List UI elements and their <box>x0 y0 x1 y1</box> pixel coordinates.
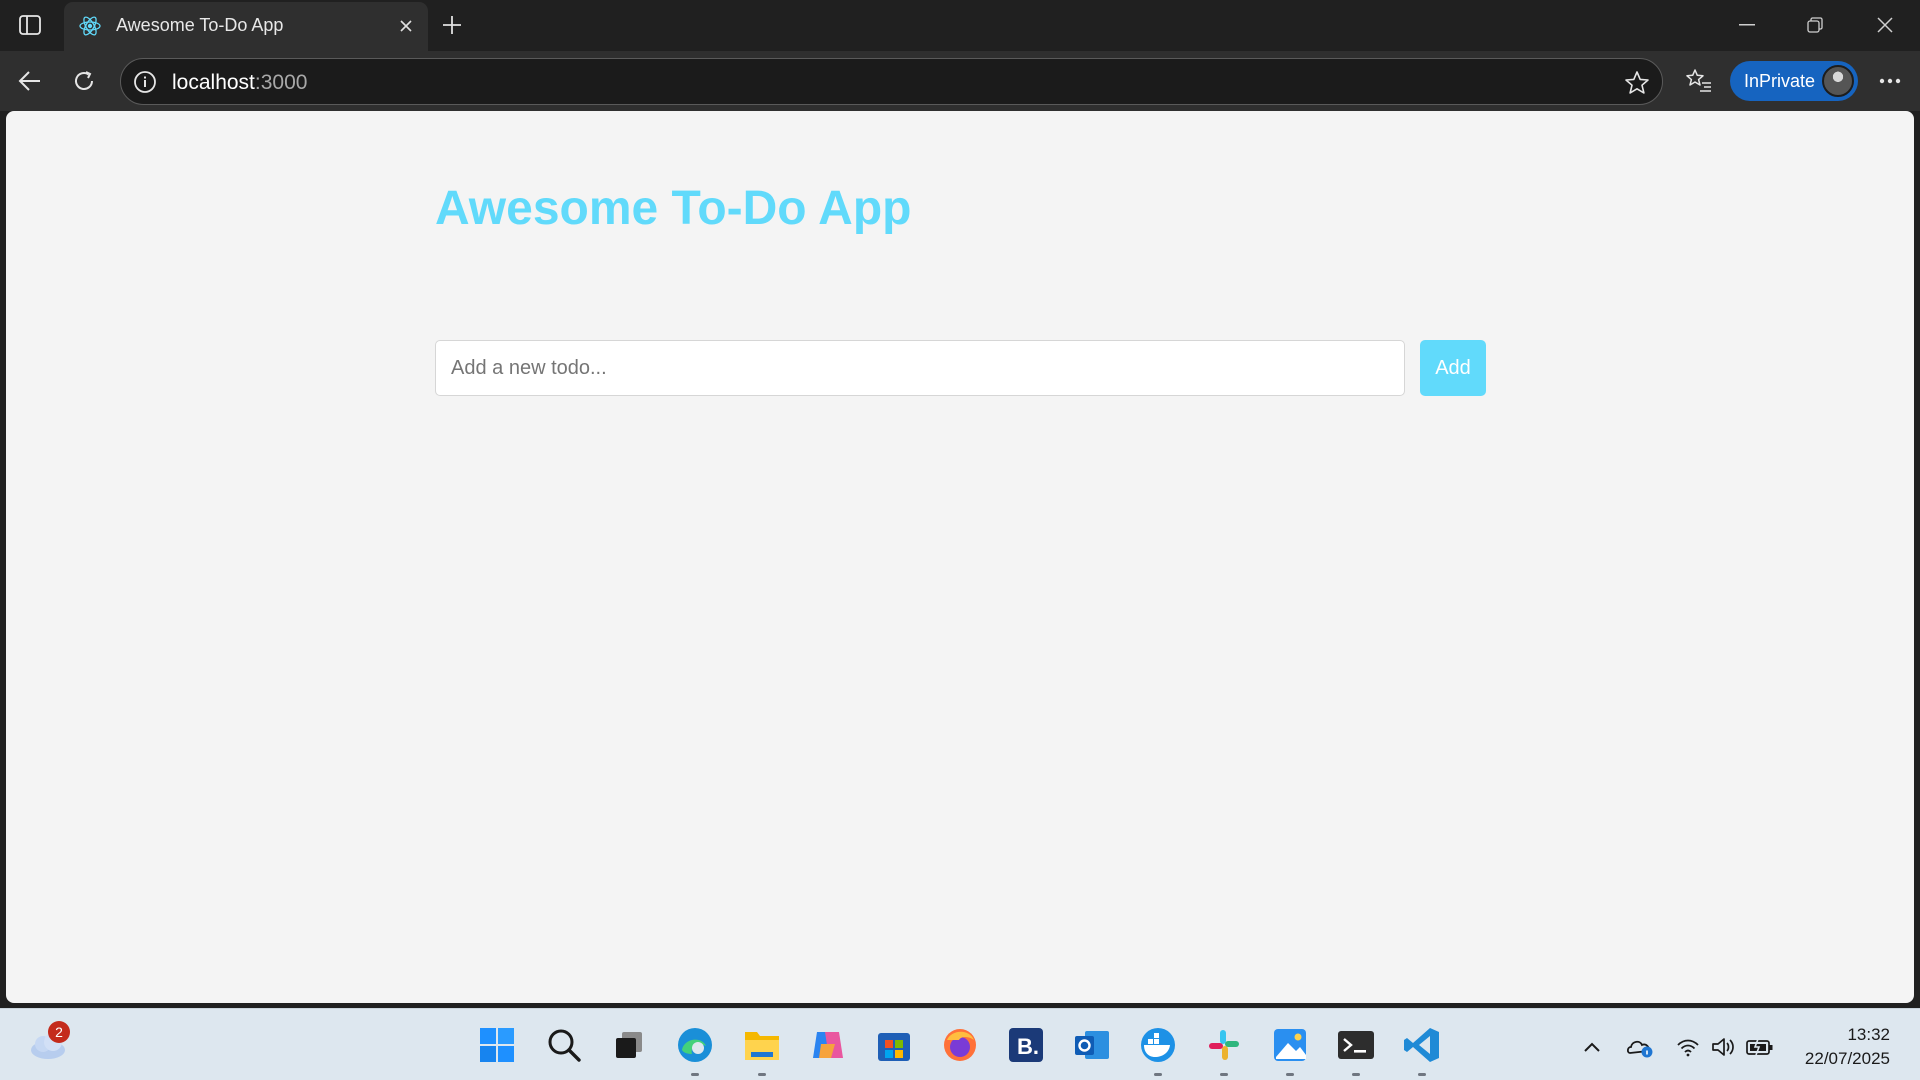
page-viewport: Awesome To-Do App Add <box>6 111 1914 1003</box>
running-indicator <box>691 1073 699 1076</box>
copilot-icon[interactable] <box>806 1023 850 1067</box>
todo-app: Awesome To-Do App Add <box>435 181 1495 396</box>
search-icon[interactable] <box>542 1023 586 1067</box>
avatar <box>1822 65 1854 97</box>
taskbar: 2 B. 13:32 22/07/2025 <box>0 1008 1920 1080</box>
firefox-icon[interactable] <box>938 1023 982 1067</box>
running-indicator <box>1154 1073 1162 1076</box>
file-explorer-icon[interactable] <box>740 1023 784 1076</box>
add-button[interactable]: Add <box>1420 340 1486 396</box>
edge-icon[interactable] <box>673 1023 717 1076</box>
start-icon[interactable] <box>475 1023 519 1067</box>
favorites-icon[interactable] <box>1681 63 1717 99</box>
page-title: Awesome To-Do App <box>435 182 912 235</box>
docker-icon[interactable] <box>1136 1023 1180 1076</box>
address-bar[interactable]: localhost:3000 <box>120 58 1663 105</box>
battery-icon[interactable] <box>1746 1033 1774 1061</box>
photos-icon[interactable] <box>1268 1023 1312 1076</box>
running-indicator <box>1220 1073 1228 1076</box>
outlook-icon[interactable] <box>1070 1023 1114 1067</box>
url-text: localhost:3000 <box>172 71 307 95</box>
terminal-icon[interactable] <box>1334 1023 1378 1076</box>
sidebar-toggle-icon[interactable] <box>14 10 46 40</box>
inprivate-label: InPrivate <box>1744 71 1816 91</box>
running-indicator <box>1418 1073 1426 1076</box>
url-port: :3000 <box>254 71 308 94</box>
system-clock[interactable]: 13:32 22/07/2025 <box>1805 1023 1890 1071</box>
browser-tab-bar: Awesome To-Do App <box>0 0 1920 51</box>
running-indicator <box>1352 1073 1360 1076</box>
svg-text:B.: B. <box>1017 1034 1039 1059</box>
close-tab-icon[interactable] <box>394 14 418 38</box>
running-indicator <box>1286 1073 1294 1076</box>
site-info-icon[interactable] <box>133 70 157 94</box>
favorite-star-icon[interactable] <box>1624 70 1650 96</box>
store-icon[interactable] <box>872 1023 916 1067</box>
restore-icon[interactable] <box>1790 8 1840 42</box>
slack-icon[interactable] <box>1202 1023 1246 1076</box>
bitwarden-icon[interactable]: B. <box>1004 1023 1048 1067</box>
wifi-icon[interactable] <box>1674 1033 1702 1061</box>
chevron-up-icon[interactable] <box>1578 1033 1606 1061</box>
react-atom-icon <box>78 14 102 38</box>
weather-badge: 2 <box>48 1021 70 1043</box>
new-tab-icon[interactable] <box>436 9 468 41</box>
close-window-icon[interactable] <box>1860 8 1910 42</box>
task-view-icon[interactable] <box>607 1023 651 1067</box>
refresh-icon[interactable] <box>66 63 102 99</box>
volume-icon[interactable] <box>1710 1033 1738 1061</box>
vscode-icon[interactable] <box>1400 1023 1444 1076</box>
more-menu-icon[interactable] <box>1872 63 1908 99</box>
browser-toolbar: localhost:3000 InPrivate <box>0 51 1920 111</box>
todo-input[interactable] <box>435 340 1405 396</box>
back-arrow-icon[interactable] <box>12 63 48 99</box>
running-indicator <box>758 1073 766 1076</box>
onedrive-icon[interactable] <box>1626 1033 1654 1061</box>
tab-awesome-todo[interactable]: Awesome To-Do App <box>64 2 428 51</box>
todo-form: Add <box>435 340 1495 396</box>
clock-time: 13:32 <box>1847 1025 1890 1044</box>
inprivate-profile-button[interactable]: InPrivate <box>1730 61 1858 101</box>
clock-date: 22/07/2025 <box>1804 1049 1890 1068</box>
url-host: localhost <box>172 71 255 94</box>
minimize-icon[interactable] <box>1722 8 1772 42</box>
tab-title: Awesome To-Do App <box>116 15 284 35</box>
